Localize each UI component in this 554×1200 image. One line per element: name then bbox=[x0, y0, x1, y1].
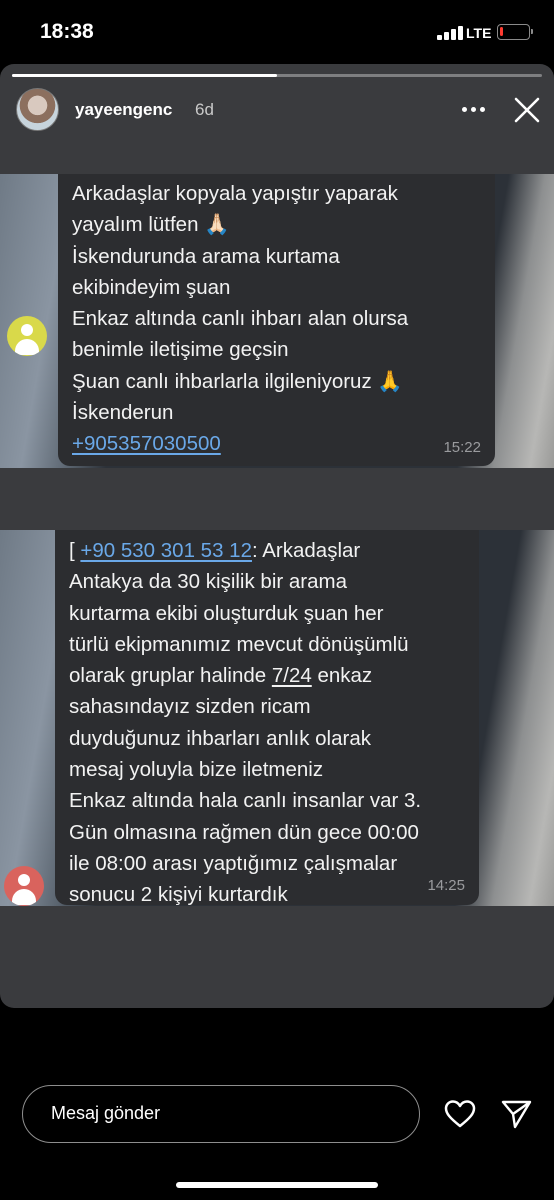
sender-avatar-2 bbox=[4, 866, 44, 906]
close-icon[interactable] bbox=[513, 96, 541, 124]
message-time-2: 14:25 bbox=[427, 877, 465, 894]
clock: 18:38 bbox=[40, 20, 94, 43]
message-input[interactable]: Mesaj gönder bbox=[22, 1085, 420, 1143]
message-text-1: Arkadaşlar kopyala yapıştır yaparak yaya… bbox=[72, 178, 492, 460]
network-type: LTE bbox=[466, 25, 492, 41]
battery-icon bbox=[497, 24, 533, 40]
message-bubble-2: [ +90 530 301 53 12: Arkadaşlar Antakya … bbox=[55, 530, 479, 906]
message-body: enkaz sahasındayız sizden ricam duyduğun… bbox=[69, 664, 422, 906]
avatar[interactable] bbox=[16, 88, 59, 131]
message-input-placeholder: Mesaj gönder bbox=[51, 1103, 161, 1123]
message-prefix: [ bbox=[69, 539, 81, 562]
story-progress-bar bbox=[12, 74, 542, 77]
send-icon[interactable] bbox=[501, 1099, 532, 1129]
status-bar: 18:38 LTE bbox=[0, 0, 554, 64]
message-time-1: 15:22 bbox=[443, 439, 481, 456]
signal-icon bbox=[437, 26, 463, 40]
story-age: 6d bbox=[195, 100, 214, 119]
message-bubble-1: Arkadaşlar kopyala yapıştır yaparak yaya… bbox=[58, 174, 495, 466]
sender-avatar-1 bbox=[7, 316, 47, 356]
username[interactable]: yayeengenc bbox=[75, 100, 172, 120]
home-indicator bbox=[176, 1182, 378, 1188]
message-body: Arkadaşlar kopyala yapıştır yaparak yaya… bbox=[72, 182, 409, 425]
more-icon[interactable] bbox=[462, 107, 486, 113]
message-highlight: 7/24 bbox=[271, 664, 312, 688]
chat-screenshot-2: [ +90 530 301 53 12: Arkadaşlar Antakya … bbox=[0, 530, 554, 906]
heart-icon[interactable] bbox=[444, 1099, 476, 1129]
message-text-2: [ +90 530 301 53 12: Arkadaşlar Antakya … bbox=[69, 535, 469, 906]
chat-screenshot-1: Arkadaşlar kopyala yapıştır yaparak yaya… bbox=[0, 174, 554, 468]
phone-link-2[interactable]: +90 530 301 53 12 bbox=[80, 539, 252, 562]
story-card[interactable]: yayeengenc 6d Arkadaşlar kopyala yapıştı… bbox=[0, 64, 554, 1008]
phone-link-1[interactable]: +905357030500 bbox=[72, 432, 221, 455]
